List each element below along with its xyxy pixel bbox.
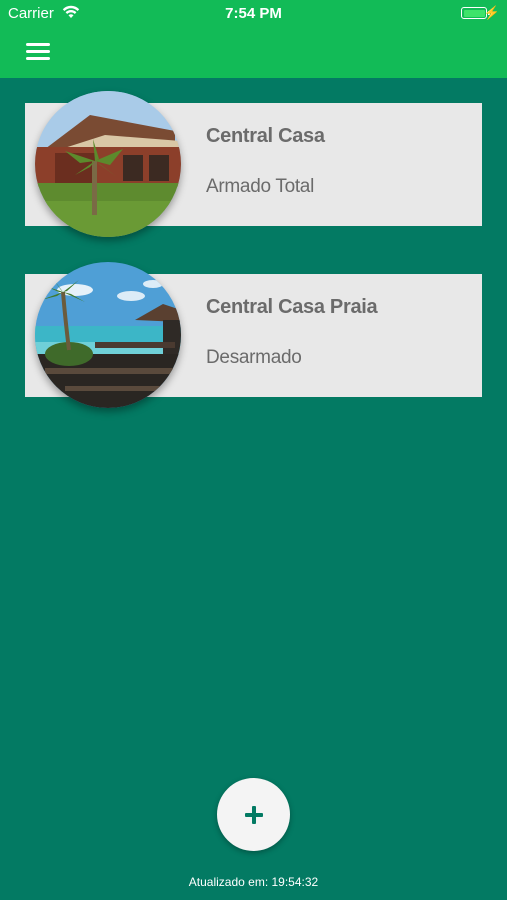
central-name: Central Casa Praia	[206, 296, 378, 318]
beach-photo	[35, 262, 181, 408]
central-card-casa-praia[interactable]: Central Casa Praia Desarmado	[25, 262, 482, 408]
add-central-button[interactable]	[217, 778, 290, 851]
charging-icon: ⚡	[483, 5, 500, 20]
central-status: Armado Total	[206, 176, 314, 197]
last-updated-label: Atualizado em: 19:54:32	[188, 875, 319, 889]
house-photo	[35, 91, 181, 237]
central-status: Desarmado	[206, 347, 302, 368]
hamburger-menu-icon[interactable]	[24, 40, 52, 62]
status-bar: Carrier 7:54 PM ⚡	[0, 0, 507, 28]
top-bar: Carrier 7:54 PM ⚡	[0, 0, 507, 78]
clock: 7:54 PM	[225, 5, 282, 22]
central-card-casa[interactable]: Central Casa Armado Total	[25, 91, 482, 237]
central-name: Central Casa	[206, 125, 325, 147]
